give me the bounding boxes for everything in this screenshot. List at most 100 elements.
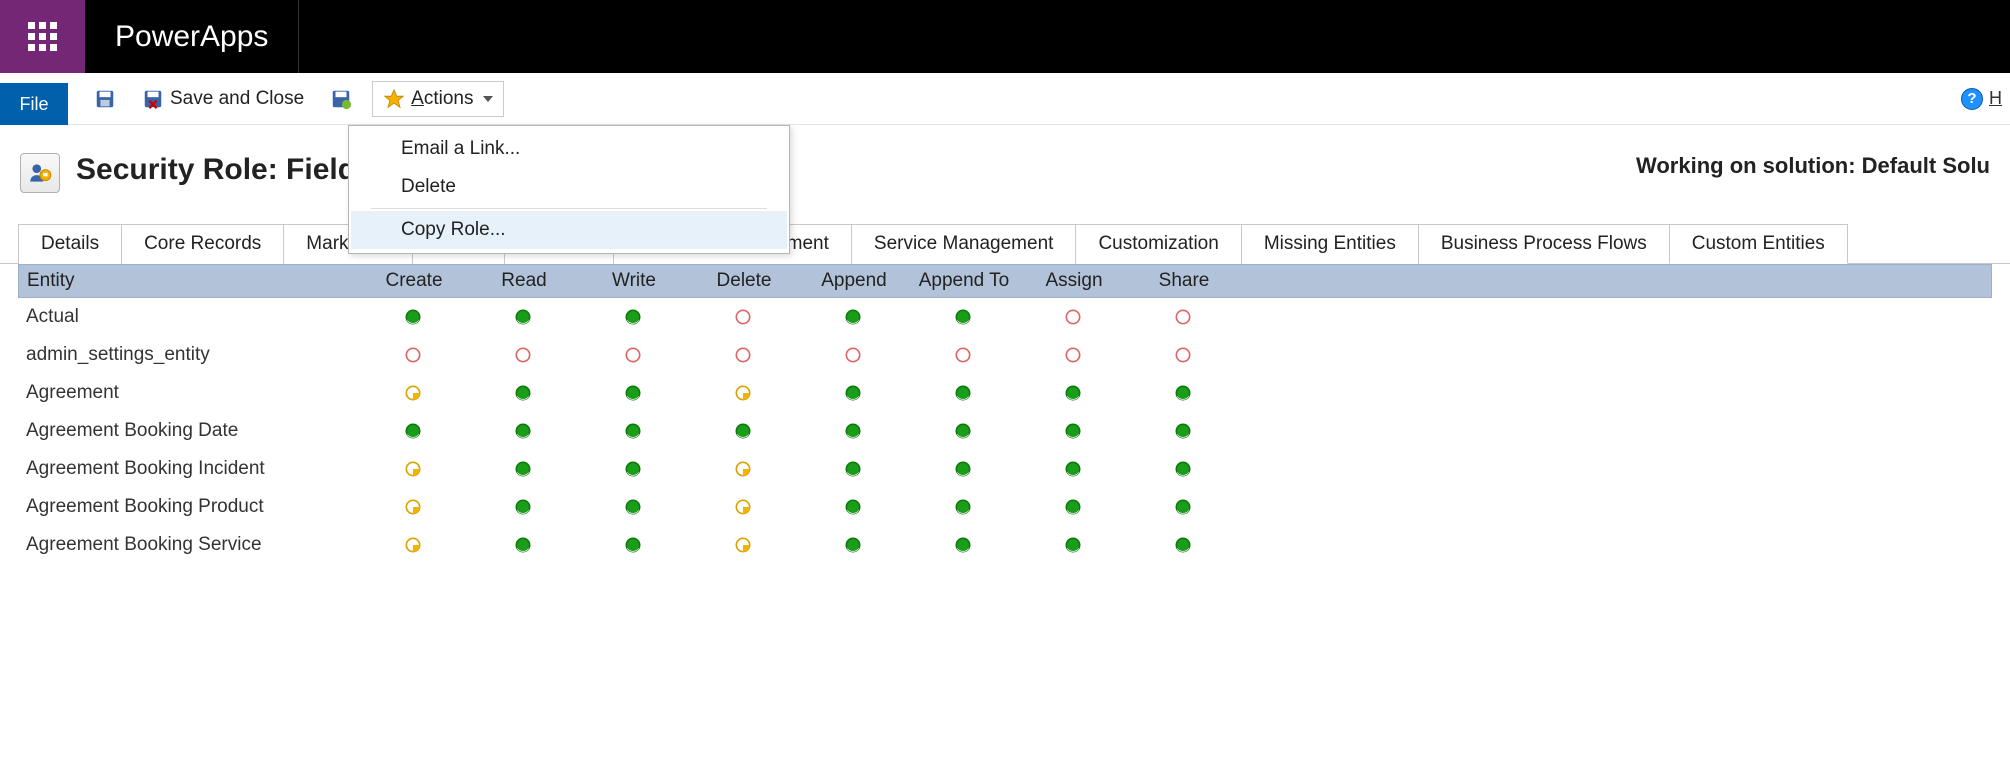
privilege-cell[interactable] <box>1018 459 1128 479</box>
privilege-cell[interactable] <box>1128 421 1238 441</box>
privilege-cell[interactable] <box>1018 421 1128 441</box>
publish-icon <box>330 88 352 110</box>
privilege-cell[interactable] <box>798 497 908 517</box>
privilege-cell[interactable] <box>468 383 578 403</box>
privilege-cell[interactable] <box>798 421 908 441</box>
publish-button[interactable] <box>324 84 358 114</box>
tab[interactable]: Custom Entities <box>1669 224 1848 264</box>
table-row: Actual <box>18 298 1992 336</box>
entity-name: Agreement Booking Product <box>18 496 358 518</box>
col-entity: Entity <box>19 270 359 292</box>
file-menu-button[interactable]: File <box>0 83 68 125</box>
privilege-cell[interactable] <box>358 345 468 365</box>
privilege-cell[interactable] <box>1128 345 1238 365</box>
app-launcher-button[interactable] <box>0 0 85 73</box>
privilege-cell[interactable] <box>468 497 578 517</box>
privilege-cell[interactable] <box>1128 383 1238 403</box>
waffle-icon <box>28 22 57 51</box>
privilege-cell[interactable] <box>908 497 1018 517</box>
page-header: Security Role: Field Serv Working on sol… <box>0 125 2010 223</box>
privilege-cell[interactable] <box>1128 497 1238 517</box>
privilege-cell[interactable] <box>358 459 468 479</box>
privilege-cell[interactable] <box>1018 497 1128 517</box>
privilege-cell[interactable] <box>1018 535 1128 555</box>
help-area: ? H <box>1961 73 2010 124</box>
tab[interactable]: Customization <box>1075 224 1241 264</box>
privilege-cell[interactable] <box>1018 345 1128 365</box>
actions-menu-item[interactable]: Copy Role... <box>351 211 787 249</box>
privilege-cell[interactable] <box>798 345 908 365</box>
col-privilege: Append <box>799 270 909 292</box>
privilege-cell[interactable] <box>358 383 468 403</box>
solution-label: Working on solution: Default Solu <box>1636 153 1990 179</box>
tab[interactable]: Details <box>18 224 122 264</box>
privilege-cell[interactable] <box>578 383 688 403</box>
privilege-cell[interactable] <box>688 345 798 365</box>
privilege-cell[interactable] <box>688 535 798 555</box>
toolbar-items: Save and Close Actions <box>68 73 504 124</box>
privilege-cell[interactable] <box>908 535 1018 555</box>
privilege-cell[interactable] <box>468 535 578 555</box>
privilege-cell[interactable] <box>578 421 688 441</box>
privilege-cell[interactable] <box>578 535 688 555</box>
actions-menu-item[interactable]: Delete <box>351 168 787 206</box>
privilege-cell[interactable] <box>688 459 798 479</box>
privilege-cell[interactable] <box>908 345 1018 365</box>
privilege-cell[interactable] <box>578 345 688 365</box>
privilege-cell[interactable] <box>468 307 578 327</box>
privilege-cell[interactable] <box>1018 307 1128 327</box>
privilege-cell[interactable] <box>908 383 1018 403</box>
privilege-cell[interactable] <box>578 459 688 479</box>
privilege-cell[interactable] <box>1018 383 1128 403</box>
table-row: Agreement Booking Incident <box>18 450 1992 488</box>
privilege-cell[interactable] <box>1128 459 1238 479</box>
save-and-close-label: Save and Close <box>170 88 304 110</box>
actions-dropdown: Email a Link...Delete Copy Role... <box>348 125 790 254</box>
privilege-cell[interactable] <box>358 307 468 327</box>
save-and-close-button[interactable]: Save and Close <box>136 84 310 114</box>
help-label[interactable]: H <box>1989 88 2002 109</box>
privilege-cell[interactable] <box>578 497 688 517</box>
privilege-cell[interactable] <box>908 421 1018 441</box>
privilege-cell[interactable] <box>1128 535 1238 555</box>
privilege-cell[interactable] <box>798 307 908 327</box>
help-icon[interactable]: ? <box>1961 88 1983 110</box>
app-header: PowerApps <box>0 0 2010 73</box>
privilege-cell[interactable] <box>908 307 1018 327</box>
privilege-cell[interactable] <box>358 421 468 441</box>
table-row: Agreement Booking Service <box>18 526 1992 564</box>
privilege-cell[interactable] <box>358 535 468 555</box>
actions-menu-item[interactable]: Email a Link... <box>351 130 787 168</box>
entity-name: Agreement Booking Incident <box>18 458 358 480</box>
privilege-cell[interactable] <box>468 459 578 479</box>
tab[interactable]: Missing Entities <box>1241 224 1419 264</box>
privilege-cell[interactable] <box>1128 307 1238 327</box>
privilege-cell[interactable] <box>358 497 468 517</box>
app-title: PowerApps <box>85 0 299 73</box>
security-role-icon <box>20 153 60 193</box>
entity-name: Agreement Booking Date <box>18 420 358 442</box>
privilege-cell[interactable] <box>798 459 908 479</box>
menu-separator <box>371 208 767 209</box>
col-privilege: Assign <box>1019 270 1129 292</box>
toolbar: File Save and Close Actions ? H Email a … <box>0 73 2010 125</box>
privilege-cell[interactable] <box>688 383 798 403</box>
tab[interactable]: Business Process Flows <box>1418 224 1670 264</box>
tab[interactable]: Service Management <box>851 224 1077 264</box>
privilege-cell[interactable] <box>468 345 578 365</box>
privilege-cell[interactable] <box>798 383 908 403</box>
tab-strip: DetailsCore RecordsMarketingSalesService… <box>0 223 2010 264</box>
privilege-cell[interactable] <box>688 497 798 517</box>
col-privilege: Delete <box>689 270 799 292</box>
entity-name: Agreement <box>18 382 358 404</box>
privilege-cell[interactable] <box>688 307 798 327</box>
privilege-cell[interactable] <box>908 459 1018 479</box>
actions-menu-button[interactable]: Actions <box>372 81 504 117</box>
privilege-cell[interactable] <box>468 421 578 441</box>
save-button[interactable] <box>88 84 122 114</box>
table-row: admin_settings_entity <box>18 336 1992 374</box>
privilege-cell[interactable] <box>688 421 798 441</box>
privilege-cell[interactable] <box>798 535 908 555</box>
privilege-cell[interactable] <box>578 307 688 327</box>
tab[interactable]: Core Records <box>121 224 284 264</box>
